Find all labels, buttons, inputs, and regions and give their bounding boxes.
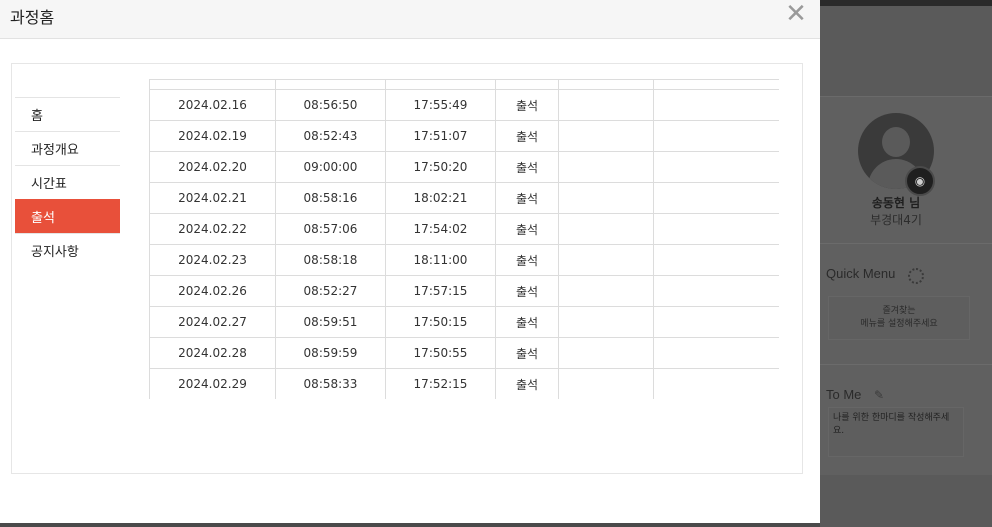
to-me-text: 나를 위한 한마디를 작성해주세요. [828, 407, 964, 457]
table-row: 2024.02.16 08:56:50 17:55:49 출석 [149, 89, 779, 121]
check-in-cell: 08:58:33 [275, 368, 386, 399]
empty-cell [653, 213, 779, 245]
divider [820, 364, 992, 365]
status-cell: 출석 [495, 337, 559, 369]
table-row: 2024.02.21 08:58:16 18:02:21 출석 [149, 182, 779, 214]
check-out-cell: 17:57:15 [385, 275, 496, 307]
empty-cell [653, 244, 779, 276]
check-out-cell: 17:52:15 [385, 368, 496, 399]
check-out-cell: 18:11:00 [385, 244, 496, 276]
check-out-cell: 17:50:55 [385, 337, 496, 369]
date-cell: 2024.02.27 [149, 306, 276, 338]
close-icon[interactable]: ✕ [784, 1, 808, 27]
modal-title: 과정홈 [10, 8, 55, 27]
background-page: ◉ 송동현 님 부경대4기 Quick Menu 즐겨찾는 메뉴를 설정해주세요… [820, 0, 992, 527]
empty-cell [653, 368, 779, 399]
sidebar-item-home[interactable]: 홈 [15, 97, 120, 131]
status-cell: 출석 [495, 213, 559, 245]
empty-cell [558, 244, 654, 276]
check-out-cell: 17:51:07 [385, 120, 496, 152]
date-cell: 2024.02.23 [149, 244, 276, 276]
check-out-cell: 17:54:02 [385, 213, 496, 245]
user-name: 송동현 님 [871, 196, 921, 210]
date-cell: 2024.02.22 [149, 213, 276, 245]
check-out-cell: 17:55:49 [385, 89, 496, 121]
empty-cell [653, 89, 779, 121]
course-sidenav: 홈 과정개요 시간표 출석 공지사항 [15, 97, 120, 267]
status-cell: 출석 [495, 89, 559, 121]
modal-header: 과정홈 ✕ [0, 0, 820, 39]
empty-cell [653, 306, 779, 338]
date-cell: 2024.02.16 [149, 89, 276, 121]
check-in-cell: 08:58:16 [275, 182, 386, 214]
table-row [149, 79, 779, 90]
check-in-cell: 08:58:18 [275, 244, 386, 276]
attendance-table-scroll[interactable]: 2024.02.16 08:56:50 17:55:49 출석 2024.02.19 08… [149, 79, 779, 399]
empty-cell [653, 275, 779, 307]
status-cell: 출석 [495, 151, 559, 183]
check-in-cell: 08:57:06 [275, 213, 386, 245]
empty-cell [558, 151, 654, 183]
check-out-cell: 17:50:20 [385, 151, 496, 183]
table-row: 2024.02.27 08:59:51 17:50:15 출석 [149, 306, 779, 338]
check-in-cell: 08:52:27 [275, 275, 386, 307]
quick-menu-box: 즐겨찾는 메뉴를 설정해주세요 [828, 296, 970, 340]
check-in-cell: 08:52:43 [275, 120, 386, 152]
sidebar-item-timetable[interactable]: 시간표 [15, 165, 120, 199]
date-cell: 2024.02.26 [149, 275, 276, 307]
status-cell: 출석 [495, 275, 559, 307]
empty-cell [653, 120, 779, 152]
date-cell: 2024.02.29 [149, 368, 276, 399]
table-row: 2024.02.22 08:57:06 17:54:02 출석 [149, 213, 779, 245]
empty-cell [653, 182, 779, 214]
background-topbar [820, 0, 992, 6]
sidebar-item-overview[interactable]: 과정개요 [15, 131, 120, 165]
pencil-icon: ✎ [874, 388, 885, 402]
attendance-table: 2024.02.16 08:56:50 17:55:49 출석 2024.02.19 08… [149, 79, 779, 399]
check-in-cell: 09:00:00 [275, 151, 386, 183]
empty-cell [558, 368, 654, 399]
sidebar-item-notices[interactable]: 공지사항 [15, 233, 120, 267]
date-cell: 2024.02.28 [149, 337, 276, 369]
date-cell: 2024.02.21 [149, 182, 276, 214]
quick-menu-text-1: 즐겨찾는 [882, 306, 916, 316]
status-cell: 출석 [495, 306, 559, 338]
empty-cell [653, 151, 779, 183]
empty-cell [558, 337, 654, 369]
table-row: 2024.02.20 09:00:00 17:50:20 출석 [149, 151, 779, 183]
check-in-cell: 08:59:51 [275, 306, 386, 338]
camera-icon: ◉ [905, 166, 935, 196]
empty-cell [653, 337, 779, 369]
quick-menu-text-2: 메뉴를 설정해주세요 [860, 319, 938, 329]
empty-cell [558, 89, 654, 121]
status-cell: 출석 [495, 368, 559, 399]
status-cell: 출석 [495, 244, 559, 276]
status-cell: 출석 [495, 120, 559, 152]
empty-cell [558, 306, 654, 338]
empty-cell [558, 120, 654, 152]
gear-icon [908, 268, 924, 284]
divider [820, 243, 992, 244]
to-me-title: To Me [826, 387, 862, 402]
sidebar-item-attendance[interactable]: 출석 [15, 199, 120, 233]
status-cell: 출석 [495, 182, 559, 214]
table-row: 2024.02.19 08:52:43 17:51:07 출석 [149, 120, 779, 152]
empty-cell [558, 275, 654, 307]
date-cell: 2024.02.19 [149, 120, 276, 152]
quick-menu-title: Quick Menu [826, 266, 896, 281]
empty-cell [558, 213, 654, 245]
check-in-cell: 08:56:50 [275, 89, 386, 121]
course-home-modal: 과정홈 ✕ 홈 과정개요 시간표 출석 공지사항 2024.02.16 08:56… [0, 0, 820, 527]
check-out-cell: 18:02:21 [385, 182, 496, 214]
date-cell: 2024.02.20 [149, 151, 276, 183]
check-in-cell: 08:59:59 [275, 337, 386, 369]
table-row: 2024.02.29 08:58:33 17:52:15 출석 [149, 368, 779, 399]
empty-cell [558, 182, 654, 214]
table-row: 2024.02.26 08:52:27 17:57:15 출석 [149, 275, 779, 307]
table-row: 2024.02.23 08:58:18 18:11:00 출석 [149, 244, 779, 276]
user-team: 부경대4기 [870, 213, 922, 227]
check-out-cell: 17:50:15 [385, 306, 496, 338]
table-row: 2024.02.28 08:59:59 17:50:55 출석 [149, 337, 779, 369]
